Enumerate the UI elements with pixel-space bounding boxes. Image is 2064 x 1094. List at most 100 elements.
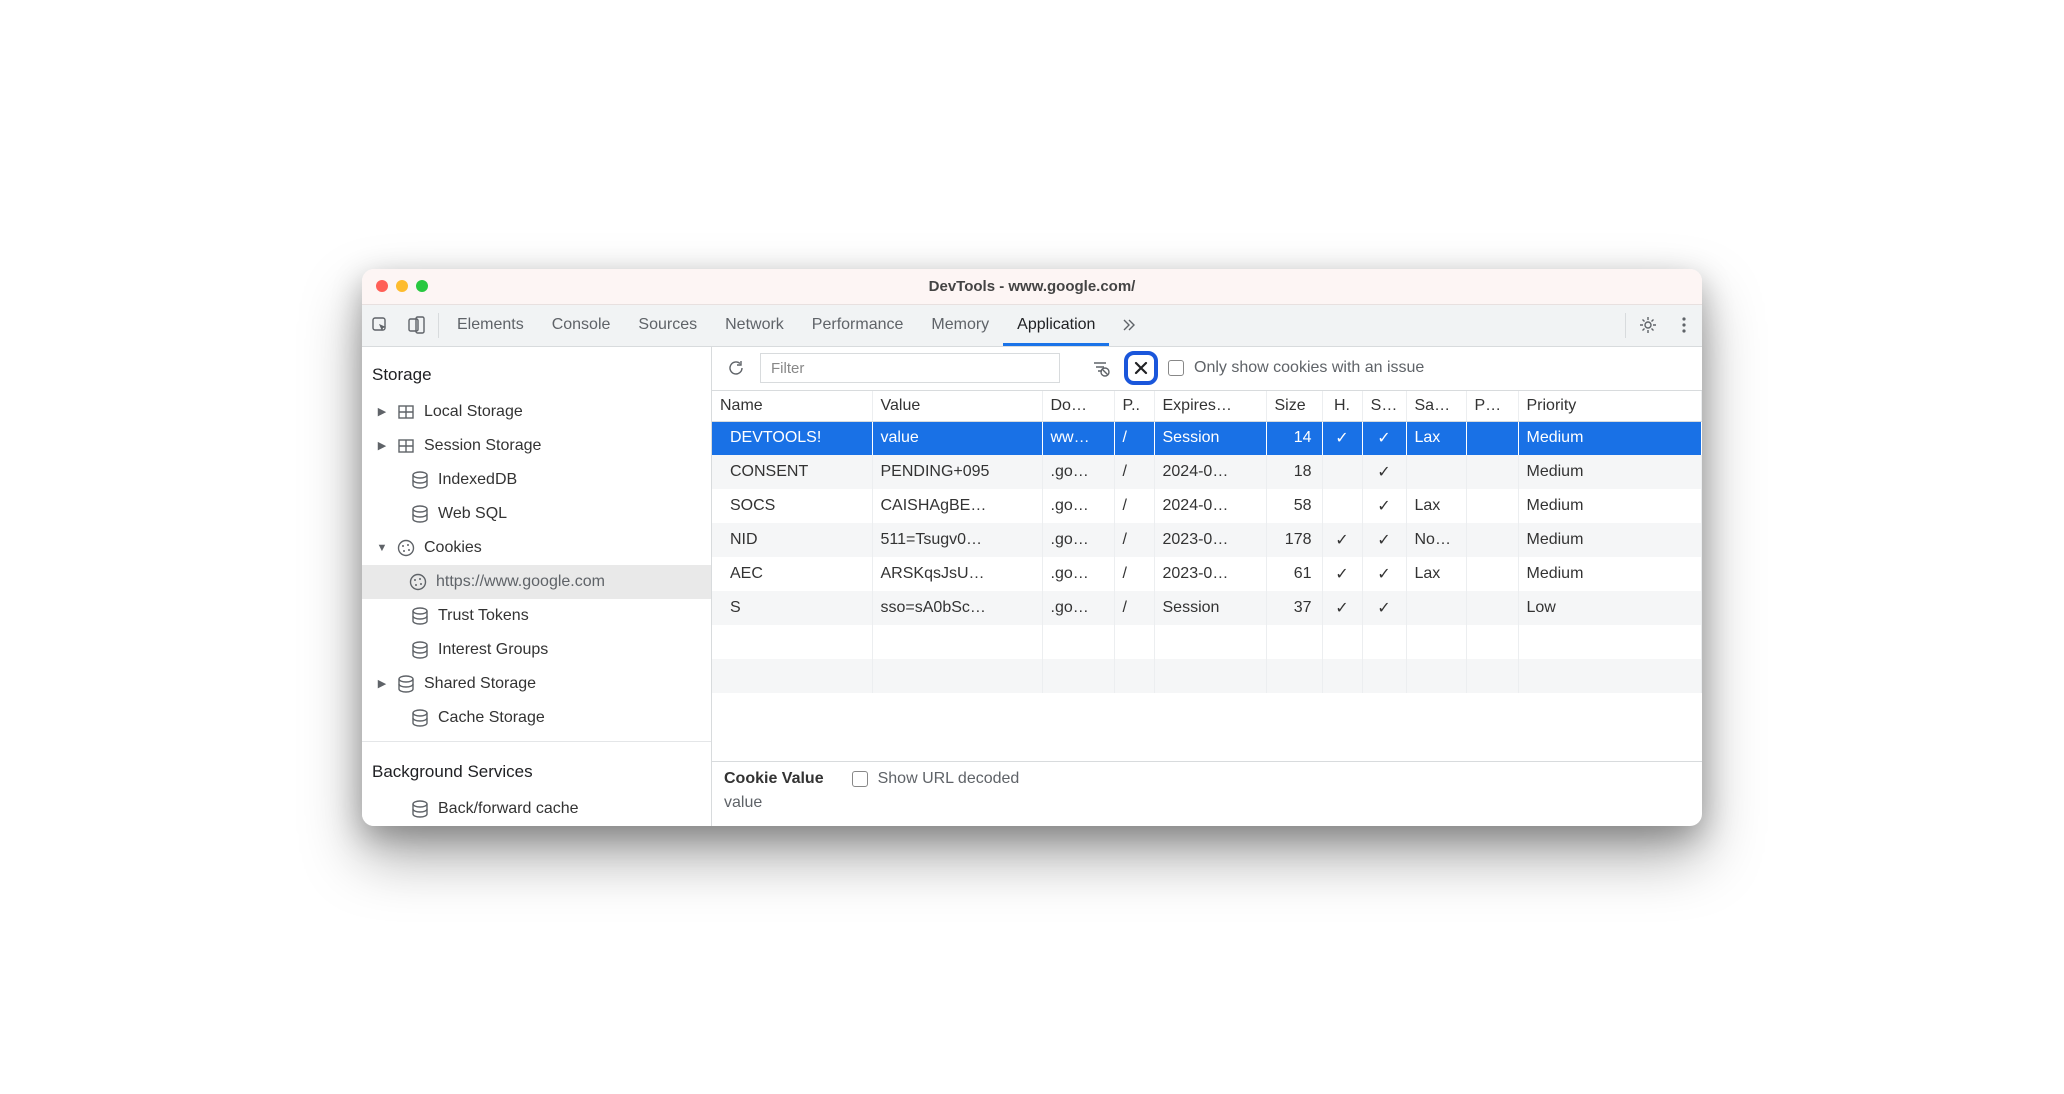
main-area: Storage ▶ Local Storage ▶ Session Storage Ind… bbox=[362, 347, 1702, 826]
cell-value: sso=sA0bSc… bbox=[872, 591, 1042, 625]
cell-partition bbox=[1466, 557, 1518, 591]
cell-secure: ✓ bbox=[1362, 421, 1406, 455]
expander-icon[interactable]: ▶ bbox=[376, 677, 388, 690]
column-header[interactable]: Value bbox=[872, 391, 1042, 422]
column-header[interactable]: H. bbox=[1322, 391, 1362, 422]
cell-samesite bbox=[1406, 591, 1466, 625]
cell-http bbox=[1322, 455, 1362, 489]
cell-samesite: Lax bbox=[1406, 557, 1466, 591]
column-header[interactable]: P… bbox=[1466, 391, 1518, 422]
url-decoded-checkbox[interactable] bbox=[852, 771, 868, 787]
cell-value: 511=Tsugv0… bbox=[872, 523, 1042, 557]
cell-path: / bbox=[1114, 455, 1154, 489]
expander-icon[interactable]: ▶ bbox=[376, 439, 388, 452]
db-icon bbox=[410, 470, 430, 490]
sidebar-item-label: Cookies bbox=[424, 539, 482, 557]
column-header[interactable]: Sa… bbox=[1406, 391, 1466, 422]
cookies-toolbar: Only show cookies with an issue bbox=[712, 347, 1702, 391]
kebab-menu-icon[interactable] bbox=[1666, 305, 1702, 346]
sidebar-item-label: Local Storage bbox=[424, 403, 523, 421]
column-header[interactable]: S… bbox=[1362, 391, 1406, 422]
db-icon bbox=[410, 504, 430, 524]
cell-value: value bbox=[872, 421, 1042, 455]
column-header[interactable]: Priority bbox=[1518, 391, 1702, 422]
cell-priority: Medium bbox=[1518, 489, 1702, 523]
column-header[interactable]: Do… bbox=[1042, 391, 1114, 422]
tab-performance[interactable]: Performance bbox=[798, 305, 918, 346]
cell-size: 14 bbox=[1266, 421, 1322, 455]
cell-samesite: Lax bbox=[1406, 489, 1466, 523]
table-row[interactable]: DEVTOOLS!valueww…/Session14✓✓LaxMedium bbox=[712, 421, 1702, 455]
db-icon bbox=[410, 708, 430, 728]
cell-expires: 2024-0… bbox=[1154, 455, 1266, 489]
sidebar-item-cache-storage[interactable]: Cache Storage bbox=[362, 701, 711, 735]
tab-console[interactable]: Console bbox=[538, 305, 625, 346]
db-icon bbox=[396, 674, 416, 694]
settings-icon[interactable] bbox=[1630, 305, 1666, 346]
tab-application[interactable]: Application bbox=[1003, 305, 1109, 346]
sidebar-item-back-forward-cache[interactable]: Back/forward cache bbox=[362, 792, 711, 826]
sidebar-item-web-sql[interactable]: Web SQL bbox=[362, 497, 711, 531]
sidebar-item-shared-storage[interactable]: ▶Shared Storage bbox=[362, 667, 711, 701]
cookie-icon bbox=[396, 538, 416, 558]
cell-priority: Medium bbox=[1518, 523, 1702, 557]
cell-name: NID bbox=[712, 523, 872, 557]
sidebar-item-session-storage[interactable]: ▶ Session Storage bbox=[362, 429, 711, 463]
expander-icon[interactable]: ▶ bbox=[376, 405, 388, 418]
sidebar-item-indexeddb[interactable]: IndexedDB bbox=[362, 463, 711, 497]
cell-domain: ww… bbox=[1042, 421, 1114, 455]
cell-expires: 2024-0… bbox=[1154, 489, 1266, 523]
only-issue-checkbox[interactable] bbox=[1168, 360, 1184, 376]
cell-name: S bbox=[712, 591, 872, 625]
url-decoded-label: Show URL decoded bbox=[878, 770, 1020, 788]
cell-priority: Medium bbox=[1518, 421, 1702, 455]
cell-domain: .go… bbox=[1042, 523, 1114, 557]
table-row[interactable]: AECARSKqsJsU….go…/2023-0…61✓✓LaxMedium bbox=[712, 557, 1702, 591]
cell-size: 178 bbox=[1266, 523, 1322, 557]
tab-network[interactable]: Network bbox=[711, 305, 798, 346]
cell-name: DEVTOOLS! bbox=[712, 421, 872, 455]
sidebar-item-label: Session Storage bbox=[424, 437, 541, 455]
column-header[interactable]: P.. bbox=[1114, 391, 1154, 422]
more-tabs-icon[interactable] bbox=[1109, 305, 1145, 346]
titlebar: DevTools - www.google.com/ bbox=[362, 269, 1702, 305]
cookies-panel: Only show cookies with an issue NameValu… bbox=[712, 347, 1702, 826]
table-row[interactable]: NID511=Tsugv0….go…/2023-0…178✓✓No…Medium bbox=[712, 523, 1702, 557]
sidebar-item-label: Trust Tokens bbox=[438, 607, 529, 625]
column-header[interactable]: Size bbox=[1266, 391, 1322, 422]
devtools-window: DevTools - www.google.com/ ElementsConso… bbox=[362, 269, 1702, 826]
column-header[interactable]: Expires… bbox=[1154, 391, 1266, 422]
tab-elements[interactable]: Elements bbox=[443, 305, 538, 346]
clear-filter-icon[interactable] bbox=[1086, 354, 1114, 382]
sidebar-group-title: Storage bbox=[362, 351, 711, 395]
sidebar-item-interest-groups[interactable]: Interest Groups bbox=[362, 633, 711, 667]
table-row[interactable]: SOCSCAISHAgBE….go…/2024-0…58✓LaxMedium bbox=[712, 489, 1702, 523]
cell-expires: Session bbox=[1154, 591, 1266, 625]
cookies-table[interactable]: NameValueDo…P..Expires…SizeH.S…Sa…P…Prio… bbox=[712, 391, 1702, 761]
cell-size: 18 bbox=[1266, 455, 1322, 489]
sidebar-item-cookies[interactable]: ▼ Cookies bbox=[362, 531, 711, 565]
device-toggle-icon[interactable] bbox=[398, 305, 434, 346]
cell-secure: ✓ bbox=[1362, 523, 1406, 557]
sidebar-item-label: IndexedDB bbox=[438, 471, 517, 489]
cell-http: ✓ bbox=[1322, 523, 1362, 557]
db-icon bbox=[410, 799, 430, 819]
filter-input[interactable] bbox=[760, 353, 1060, 383]
sidebar-item-cookie-origin[interactable]: https://www.google.com bbox=[362, 565, 711, 599]
expander-icon[interactable]: ▼ bbox=[376, 542, 388, 554]
only-issue-label: Only show cookies with an issue bbox=[1194, 359, 1424, 377]
cell-partition bbox=[1466, 523, 1518, 557]
inspect-element-icon[interactable] bbox=[362, 305, 398, 346]
sidebar-item-local-storage[interactable]: ▶ Local Storage bbox=[362, 395, 711, 429]
sidebar-group-title: Background Services bbox=[362, 748, 711, 792]
tab-sources[interactable]: Sources bbox=[624, 305, 711, 346]
delete-cookie-button[interactable] bbox=[1124, 351, 1158, 385]
storage-sidebar: Storage ▶ Local Storage ▶ Session Storage Ind… bbox=[362, 347, 712, 826]
cell-expires: 2023-0… bbox=[1154, 523, 1266, 557]
refresh-icon[interactable] bbox=[722, 354, 750, 382]
column-header[interactable]: Name bbox=[712, 391, 872, 422]
tab-memory[interactable]: Memory bbox=[917, 305, 1003, 346]
sidebar-item-trust-tokens[interactable]: Trust Tokens bbox=[362, 599, 711, 633]
table-row[interactable]: Ssso=sA0bSc….go…/Session37✓✓Low bbox=[712, 591, 1702, 625]
table-row[interactable]: CONSENTPENDING+095.go…/2024-0…18✓Medium bbox=[712, 455, 1702, 489]
